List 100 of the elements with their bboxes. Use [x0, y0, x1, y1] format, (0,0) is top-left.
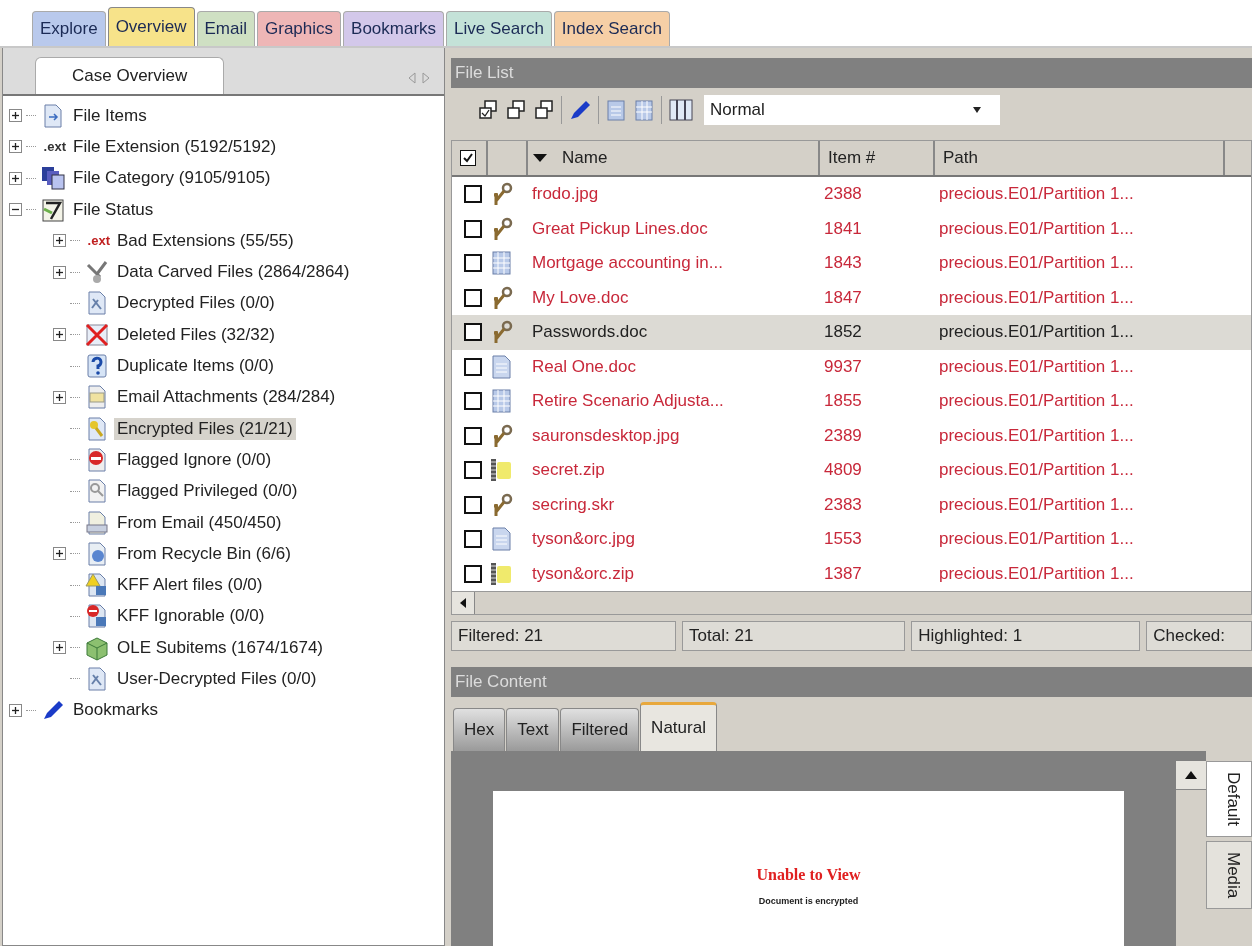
expand-toggle[interactable] [53, 390, 66, 404]
file-row[interactable]: sauronsdesktop.jpg 2389 precious.E01/Partition 1... [452, 418, 1251, 453]
row-checkbox[interactable] [464, 530, 482, 549]
dropdown-caret-icon[interactable] [972, 106, 982, 114]
file-path: precious.E01/Partition 1... [938, 218, 1135, 239]
tree-item[interactable]: File Extension (5192/5192) [70, 135, 280, 158]
row-checkbox[interactable] [464, 564, 482, 583]
view-tab[interactable]: Text [506, 708, 560, 751]
expand-toggle[interactable] [53, 641, 66, 655]
tree-item[interactable]: From Recycle Bin (6/6) [114, 542, 294, 565]
file-path: precious.E01/Partition 1... [938, 287, 1135, 308]
side-tab[interactable]: Media [1206, 840, 1252, 910]
tree-item[interactable]: From Email (450/450) [114, 511, 285, 534]
stacked-documents-icon [40, 165, 66, 192]
file-path: precious.E01/Partition 1... [938, 460, 1135, 481]
file-row[interactable]: Great Pickup Lines.doc 1841 precious.E01/Partition 1... [452, 211, 1251, 246]
row-checkbox[interactable] [464, 288, 482, 307]
tree-item[interactable]: Decrypted Files (0/0) [114, 292, 278, 315]
file-row[interactable]: frodo.jpg 2388 precious.E01/Partition 1... [452, 177, 1251, 212]
view-dropdown[interactable]: Normal [704, 95, 1000, 125]
expand-toggle[interactable] [53, 265, 66, 279]
file-row[interactable]: tyson&orc.jpg 1553 precious.E01/Partition 1... [452, 522, 1251, 557]
row-checkbox[interactable] [464, 219, 482, 238]
file-path: precious.E01/Partition 1... [938, 253, 1135, 274]
scroll-up-button[interactable] [1176, 761, 1206, 790]
file-row[interactable]: secret.zip 4809 precious.E01/Partition 1... [452, 453, 1251, 488]
expand-toggle[interactable] [53, 547, 66, 561]
row-checkbox[interactable] [464, 323, 482, 342]
file-name: frodo.jpg [531, 184, 600, 205]
marker-pen-icon[interactable] [568, 98, 592, 122]
column-header[interactable]: Item # [820, 141, 935, 175]
row-checkbox[interactable] [464, 392, 482, 411]
sort-down-icon[interactable] [532, 153, 548, 163]
row-checkbox[interactable] [464, 254, 482, 273]
tree-item[interactable]: Encrypted Files (21/21) [114, 417, 296, 440]
tree-item[interactable]: Email Attachments (284/284) [114, 386, 339, 409]
tree-item[interactable]: User-Decrypted Files (0/0) [114, 668, 320, 690]
file-path: precious.E01/Partition 1... [938, 494, 1135, 515]
tree-item[interactable]: KFF Alert files (0/0) [114, 574, 266, 597]
side-tab[interactable]: Default [1206, 761, 1252, 837]
tree-item[interactable]: Deleted Files (32/32) [114, 323, 278, 346]
file-path: precious.E01/Partition 1... [938, 529, 1135, 550]
panel-tab[interactable]: Case Overview [35, 57, 225, 94]
file-row[interactable]: tyson&orc.zip 1387 precious.E01/Partition 1... [452, 556, 1251, 591]
file-name: sauronsdesktop.jpg [531, 425, 681, 446]
clipboard-icon[interactable] [605, 98, 627, 122]
row-checkbox[interactable] [464, 495, 482, 514]
main-tab[interactable]: Overview [107, 7, 195, 46]
tree-item[interactable]: Data Carved Files (2864/2864) [114, 261, 353, 284]
scroll-left-button[interactable] [452, 592, 475, 614]
main-tab[interactable]: Bookmarks [343, 11, 445, 46]
tree-item[interactable]: Bad Extensions (55/55) [114, 229, 297, 252]
row-checkbox[interactable] [464, 426, 482, 445]
row-checkbox[interactable] [464, 357, 482, 376]
main-tab[interactable]: Index Search [553, 11, 671, 46]
tree-item[interactable]: Flagged Privileged (0/0) [114, 480, 301, 503]
view-tab[interactable]: Hex [453, 708, 506, 751]
columns-icon[interactable] [668, 98, 694, 122]
tree-item[interactable]: KFF Ignorable (0/0) [114, 605, 268, 628]
view-tab[interactable]: Natural [640, 702, 717, 751]
row-checkbox[interactable] [464, 461, 482, 480]
select-all-checkbox[interactable] [460, 150, 476, 166]
archive-icon [488, 560, 514, 587]
window-stack-icon[interactable] [505, 99, 527, 121]
item-number: 1852 [823, 322, 863, 343]
main-tab[interactable]: Email [196, 11, 255, 46]
expand-toggle[interactable] [9, 109, 22, 123]
file-row[interactable]: Passwords.doc 1852 precious.E01/Partition 1... [452, 315, 1251, 350]
window-stack-icon[interactable] [533, 99, 555, 121]
file-name: Retire Scenario Adjusta... [531, 391, 725, 412]
file-row[interactable]: secring.skr 2383 precious.E01/Partition 1... [452, 487, 1251, 522]
file-name: Great Pickup Lines.doc [531, 218, 709, 239]
tree-item[interactable]: Flagged Ignore (0/0) [114, 448, 275, 471]
left-triangle-icon[interactable] [459, 598, 467, 608]
tree-item[interactable]: OLE Subitems (1674/1674) [114, 636, 326, 659]
main-tab[interactable]: Explore [32, 11, 106, 46]
status-field: Filtered: 21 [451, 621, 677, 651]
tree-item[interactable]: Bookmarks [70, 699, 162, 722]
expand-toggle[interactable] [9, 703, 22, 717]
row-checkbox[interactable] [464, 185, 482, 204]
view-tab[interactable]: Filtered [560, 708, 640, 751]
expand-toggle[interactable] [9, 140, 22, 154]
file-row[interactable]: Mortgage accounting in... 1843 precious.E01/Partition 1... [452, 246, 1251, 281]
tree-item[interactable]: File Status [70, 198, 157, 221]
file-row[interactable]: My Love.doc 1847 precious.E01/Partition 1... [452, 280, 1251, 315]
expand-toggle[interactable] [53, 328, 66, 342]
column-header[interactable]: Name [562, 148, 608, 168]
window-stack-icon[interactable] [477, 99, 499, 121]
tree-item[interactable]: File Category (9105/9105) [70, 167, 274, 190]
main-tab[interactable]: Graphics [257, 11, 342, 46]
expand-toggle[interactable] [9, 171, 22, 185]
tree-item[interactable]: File Items [70, 104, 150, 127]
up-triangle-icon[interactable] [1185, 771, 1197, 779]
main-tab[interactable]: Live Search [446, 11, 552, 46]
expand-toggle[interactable] [53, 234, 66, 248]
file-row[interactable]: Real One.doc 9937 precious.E01/Partition 1... [452, 349, 1251, 384]
tree-item[interactable]: Duplicate Items (0/0) [114, 355, 277, 377]
file-row[interactable]: Retire Scenario Adjusta... 1855 precious.E01/Partition 1... [452, 384, 1251, 419]
column-header[interactable]: Path [935, 141, 1225, 175]
collapse-toggle[interactable] [9, 203, 22, 217]
